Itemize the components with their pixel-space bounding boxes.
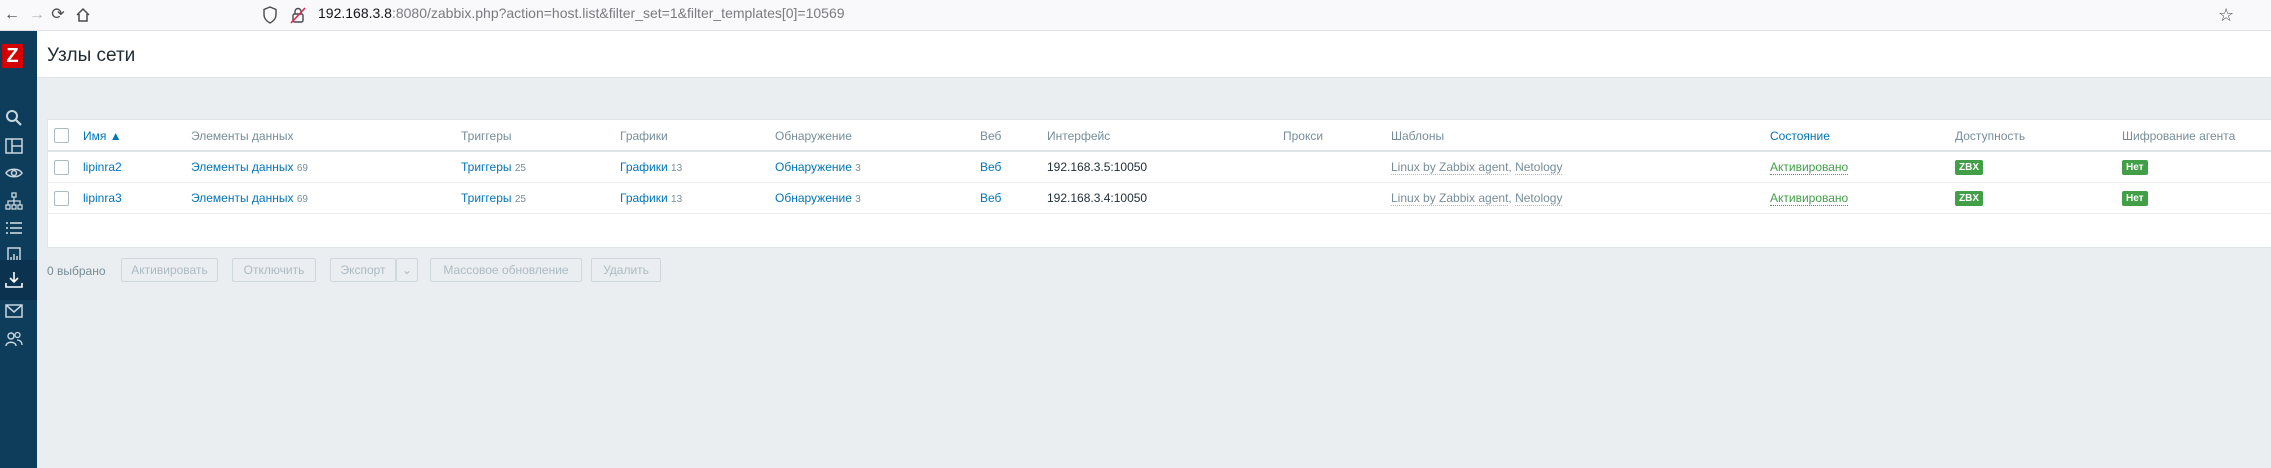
url-path: :8080/zabbix.php?action=host.list&filter… [391,5,845,21]
discovery-count: 3 [855,194,861,205]
triggers-count: 25 [514,163,526,174]
items-link[interactable]: Элементы данных [191,191,293,205]
discovery-link[interactable]: Обнаружение [775,160,852,174]
inventory-list-icon[interactable] [5,219,23,237]
column-proxy: Прокси [1283,129,1324,143]
export-button[interactable]: Экспорт [330,258,396,282]
items-link[interactable]: Элементы данных [191,160,293,174]
row-checkbox[interactable] [54,191,69,206]
status-toggle[interactable]: Активировано [1770,160,1849,175]
home-icon[interactable] [73,5,93,25]
interface-value: 192.168.3.5:10050 [1047,160,1148,174]
column-status-sort[interactable]: Состояние [1770,129,1830,143]
url-host: 192.168.3.8 [318,5,392,21]
host-name-link[interactable]: lipinra2 [83,160,122,174]
dashboards-icon[interactable] [5,137,23,155]
delete-button[interactable]: Удалить [591,258,661,282]
column-templates: Шаблоны [1391,129,1445,143]
monitoring-eye-icon[interactable] [5,164,23,182]
export-dropdown-button[interactable]: ⌄ [396,258,418,282]
column-name-sort[interactable]: Имя ▲ [83,129,122,143]
select-all-checkbox[interactable] [54,128,69,143]
row-checkbox[interactable] [54,160,69,175]
back-icon[interactable]: ← [2,5,22,25]
encryption-badge: Нет [2122,191,2148,206]
interface-value: 192.168.3.4:10050 [1047,191,1148,205]
web-link[interactable]: Веб [980,191,1001,205]
items-count: 69 [296,194,308,205]
page-header: Узлы сети [37,31,2271,78]
discovery-count: 3 [855,163,861,174]
column-interface: Интерфейс [1047,129,1111,143]
column-encryption: Шифрование агента [2122,129,2236,143]
graphs-count: 13 [671,194,683,205]
template-link[interactable]: Netology [1515,191,1563,206]
triggers-link[interactable]: Триггеры [461,160,512,174]
graphs-count: 13 [671,163,683,174]
column-items: Элементы данных [191,129,294,143]
activate-button[interactable]: Активировать [121,258,218,282]
zabbix-logo[interactable]: Z [2,44,23,68]
availability-badge: ZBX [1955,160,1983,175]
web-link[interactable]: Веб [980,160,1001,174]
address-bar[interactable]: 192.168.3.8:8080/zabbix.php?action=host.… [318,5,845,21]
search-icon[interactable] [5,109,23,127]
reload-icon[interactable]: ⟳ [48,5,68,25]
table-row: lipinra2 Элементы данных 69 Триггеры 25 … [48,152,2271,183]
insecure-lock-icon[interactable] [290,6,306,27]
bookmark-star-icon[interactable]: ☆ [2218,5,2234,26]
items-count: 69 [296,163,308,174]
mass-update-button[interactable]: Массовое обновление [430,258,582,282]
disable-button[interactable]: Отключить [232,258,316,282]
template-link[interactable]: Linux by Zabbix agent [1391,160,1509,175]
sidebar: Z [0,31,37,468]
host-name-link[interactable]: lipinra3 [83,191,122,205]
discovery-link[interactable]: Обнаружение [775,191,852,205]
triggers-link[interactable]: Триггеры [461,191,512,205]
hosts-table: Имя ▲ Элементы данных Триггеры Графики О… [47,119,2271,248]
column-web: Веб [980,129,1002,143]
table-row: lipinra3 Элементы данных 69 Триггеры 25 … [48,183,2271,214]
availability-badge: ZBX [1955,191,1983,206]
selected-count: 0 выбрано [47,264,106,278]
browser-toolbar: ← → ⟳ 192.168.3.8:8080/zabbix.php?action… [0,0,2271,31]
forward-icon[interactable]: → [27,5,47,25]
services-hierarchy-icon[interactable] [5,192,23,210]
template-link[interactable]: Netology [1515,160,1563,175]
column-triggers: Триггеры [461,129,512,143]
graphs-link[interactable]: Графики [620,191,668,205]
triggers-count: 25 [514,194,526,205]
encryption-badge: Нет [2122,160,2148,175]
users-icon[interactable] [5,330,23,348]
alerts-envelope-icon[interactable] [5,302,23,320]
status-toggle[interactable]: Активировано [1770,191,1849,206]
shield-icon[interactable] [262,6,278,27]
template-link[interactable]: Linux by Zabbix agent [1391,191,1509,206]
column-discovery: Обнаружение [775,129,852,143]
column-availability: Доступность [1955,129,2026,143]
chevron-down-icon: ⌄ [401,263,413,277]
graphs-link[interactable]: Графики [620,160,668,174]
table-header: Имя ▲ Элементы данных Триггеры Графики О… [48,120,2271,152]
data-collection-icon[interactable] [5,271,23,289]
page-title: Узлы сети [47,45,136,66]
column-graphs: Графики [620,129,668,143]
